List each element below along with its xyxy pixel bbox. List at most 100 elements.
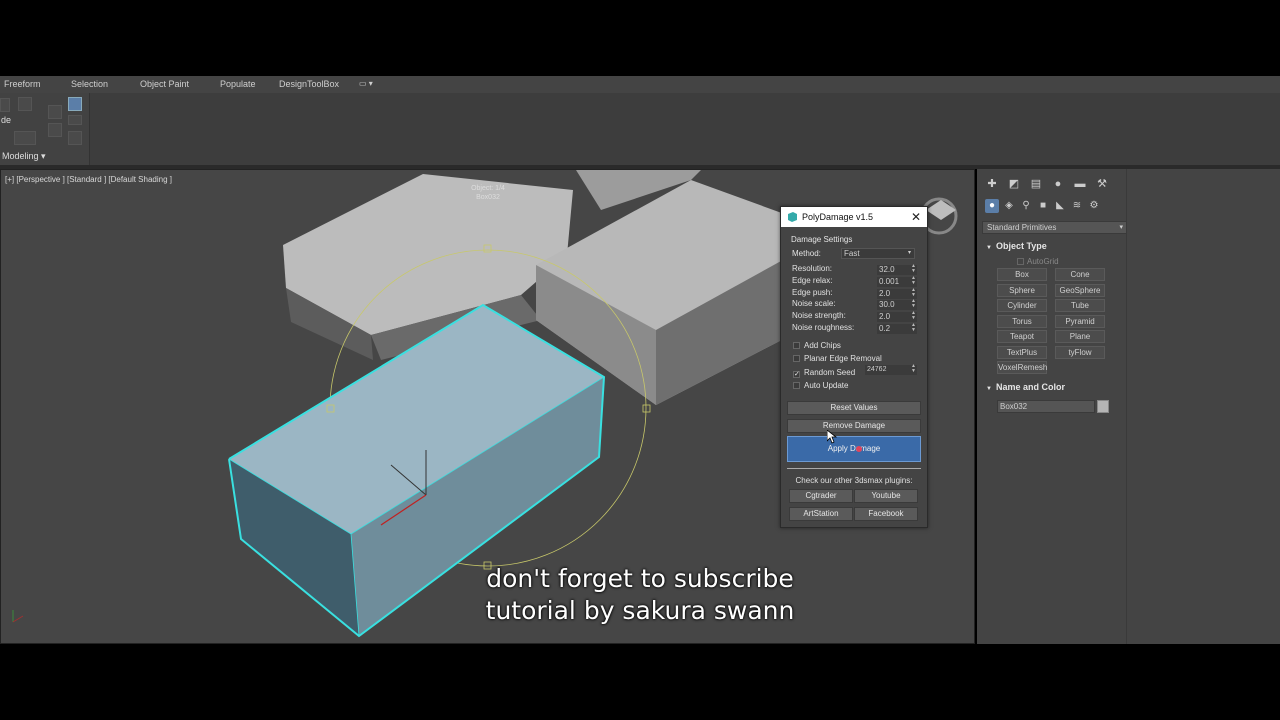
checkbox-label: Add Chips — [804, 341, 841, 350]
spinner-arrows-icon[interactable]: ▲ ▼ — [911, 287, 916, 298]
spinner-arrows-icon[interactable]: ▲ ▼ — [911, 264, 916, 274]
damage-settings-label: Damage Settings — [791, 235, 853, 244]
primitive-button-sphere[interactable]: Sphere — [997, 283, 1047, 297]
param-spinner[interactable]: 32.0 ▲ ▼ — [877, 264, 917, 275]
shapes-icon[interactable]: ◈ — [1002, 199, 1016, 213]
ribbon-tool-icon[interactable] — [68, 131, 82, 145]
helpers-icon[interactable]: ◣ — [1053, 199, 1067, 213]
lights-icon[interactable]: ⚲ — [1019, 199, 1033, 213]
remove-damage-button[interactable]: Remove Damage — [787, 419, 921, 433]
click-indicator — [856, 446, 862, 452]
method-label: Method: — [792, 249, 821, 258]
apply-damage-button[interactable]: Apply Damage — [787, 436, 921, 462]
collapse-icon: ▼ — [986, 386, 992, 392]
create-category-bar: ● ◈ ⚲ ■ ◣ ≋ ⚙ — [985, 199, 1101, 213]
primitive-button-tyflow[interactable]: tyFlow — [1055, 345, 1105, 359]
artstation-link-button[interactable]: ArtStation — [789, 507, 853, 521]
spinner-arrows-icon[interactable]: ▲ ▼ — [911, 275, 916, 286]
primitive-button-voxelremesh[interactable]: VoxelRemesh — [997, 361, 1047, 374]
letterbox-top — [0, 0, 1280, 76]
primitive-button-pyramid[interactable]: Pyramid — [1055, 314, 1105, 328]
modeling-panel: de Modeling ▾ — [0, 93, 90, 165]
checkbox-icon[interactable] — [793, 342, 800, 349]
ribbon-panel-label[interactable]: Modeling ▾ — [2, 151, 46, 162]
close-icon[interactable]: ✕ — [911, 207, 921, 227]
ribbon: de Modeling ▾ — [0, 93, 1280, 165]
name-and-color-rollout[interactable]: ▼ Name and Color — [982, 380, 1127, 394]
primitive-button-torus[interactable]: Torus — [997, 314, 1047, 328]
checkbox-row[interactable]: Auto Update — [793, 381, 848, 390]
tab-designtoolbox[interactable]: DesignToolBox — [279, 79, 339, 89]
param-spinner[interactable]: 0.2 ▲ ▼ — [877, 323, 917, 334]
systems-icon[interactable]: ⚙ — [1087, 199, 1101, 213]
collapse-icon: ▼ — [986, 245, 992, 251]
tab-freeform[interactable]: Freeform — [4, 79, 41, 89]
checkbox-row[interactable]: Planar Edge Removal — [793, 354, 882, 363]
object-name-field[interactable]: Box032 — [997, 400, 1095, 413]
dialog-title-bar[interactable]: PolyDamage v1.5 ✕ — [781, 207, 927, 227]
primitive-button-plane[interactable]: Plane — [1055, 330, 1105, 343]
primitive-category-dropdown[interactable]: Standard Primitives ▾ — [982, 221, 1127, 234]
checkbox-row[interactable]: Add Chips — [793, 341, 841, 350]
cameras-icon[interactable]: ■ — [1036, 199, 1050, 213]
spinner-arrows-icon[interactable]: ▲ ▼ — [911, 299, 916, 309]
spacewarps-icon[interactable]: ≋ — [1070, 199, 1084, 213]
checked-checkbox-icon[interactable]: ✓ — [793, 370, 800, 378]
checkbox-icon[interactable] — [793, 381, 800, 389]
autogrid-checkbox[interactable]: AutoGrid — [1017, 257, 1059, 266]
geometry-icon[interactable]: ● — [985, 199, 999, 213]
checkbox-label: Planar Edge Removal — [804, 354, 882, 364]
reset-values-button[interactable]: Reset Values — [787, 401, 921, 415]
command-panel-tabs: ✚ ◩ ▤ ● ▬ ⚒ — [985, 177, 1125, 193]
display-tab-icon[interactable]: ▬ — [1073, 177, 1087, 191]
tab-object-paint[interactable]: Object Paint — [140, 79, 189, 89]
primitive-button-textplus[interactable]: TextPlus — [997, 345, 1047, 359]
ribbon-tool-icon[interactable] — [48, 123, 62, 137]
tab-populate[interactable]: Populate — [220, 79, 256, 89]
param-spinner[interactable]: 2.0 ▲ ▼ — [877, 287, 917, 299]
chevron-down-icon: ▾ — [1119, 224, 1123, 231]
utilities-tab-icon[interactable]: ⚒ — [1095, 177, 1109, 191]
hierarchy-tab-icon[interactable]: ▤ — [1029, 177, 1043, 191]
spinner-arrows-icon[interactable]: ▲ ▼ — [911, 311, 916, 321]
ribbon-tool-icon[interactable] — [68, 115, 82, 125]
primitive-button-box[interactable]: Box — [997, 268, 1047, 281]
viewport-label[interactable]: [+] [Perspective ] [Standard ] [Default … — [5, 175, 172, 184]
primitive-button-tube[interactable]: Tube — [1055, 299, 1105, 312]
primitive-button-geosphere[interactable]: GeoSphere — [1055, 283, 1105, 297]
param-value: 0.2 — [879, 324, 891, 333]
checkbox-row[interactable]: ✓ Random Seed — [793, 368, 855, 378]
primitive-button-cylinder[interactable]: Cylinder — [997, 299, 1047, 312]
spinner-arrows-icon[interactable]: ▲ ▼ — [911, 323, 916, 333]
facebook-link-button[interactable]: Facebook — [854, 507, 918, 521]
param-spinner[interactable]: 2.0 ▲ ▼ — [877, 311, 917, 323]
ribbon-tool-icon[interactable] — [14, 131, 36, 145]
create-tab-icon[interactable]: ✚ — [985, 177, 999, 191]
modify-tab-icon[interactable]: ◩ — [1007, 177, 1021, 191]
ribbon-partial-label: de — [1, 115, 12, 125]
param-spinner[interactable]: 30.0 ▲ ▼ — [877, 299, 917, 311]
ribbon-options-icon[interactable]: ▭ ▾ — [359, 79, 373, 88]
youtube-link-button[interactable]: Youtube — [854, 489, 918, 503]
primitive-button-teapot[interactable]: Teapot — [997, 330, 1047, 343]
motion-tab-icon[interactable]: ● — [1051, 177, 1065, 191]
object-type-rollout[interactable]: ▼ Object Type — [982, 239, 1127, 253]
tab-selection[interactable]: Selection — [71, 79, 108, 89]
primitive-button-cone[interactable]: Cone — [1055, 268, 1105, 281]
cgtrader-link-button[interactable]: Cgtrader — [789, 489, 853, 503]
random-seed-spinner[interactable]: 24762 ▲ ▼ — [865, 364, 917, 375]
ribbon-active-tool-icon[interactable] — [68, 97, 82, 111]
param-label: Noise scale: — [792, 299, 836, 309]
ribbon-tool-icon[interactable] — [0, 98, 10, 112]
ribbon-tab-bar: Freeform Selection Object Paint Populate… — [0, 76, 1280, 93]
param-spinner[interactable]: 0.001 ▲ ▼ — [877, 275, 917, 287]
checkbox-icon[interactable] — [793, 355, 800, 363]
object-color-swatch[interactable] — [1097, 400, 1109, 413]
param-label: Edge push: — [792, 287, 833, 297]
ribbon-cube-icon[interactable] — [18, 97, 32, 111]
method-select[interactable]: Fast ▾ — [841, 248, 915, 259]
3dsmax-logo-icon — [788, 212, 797, 222]
checkbox-label: Random Seed — [804, 367, 856, 377]
chevron-down-icon: ▾ — [907, 250, 911, 256]
ribbon-tool-icon[interactable] — [48, 105, 62, 119]
